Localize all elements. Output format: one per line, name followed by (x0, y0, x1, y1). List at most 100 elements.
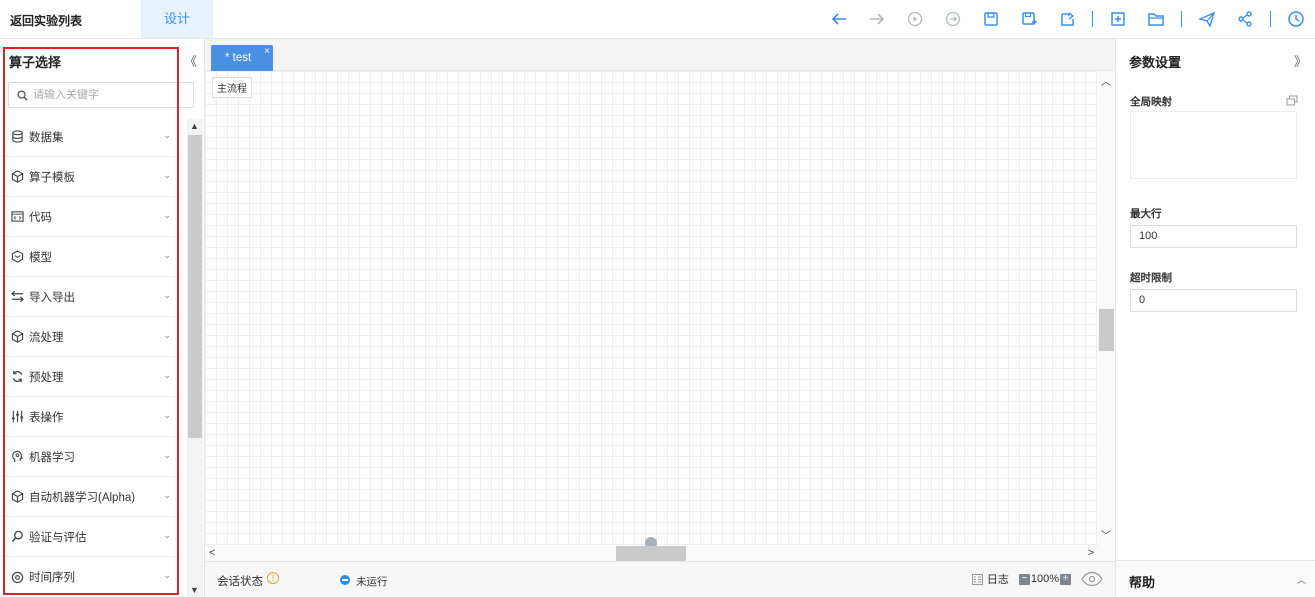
zoom-out-button[interactable]: − (1018, 573, 1030, 585)
export-icon[interactable] (1048, 0, 1086, 38)
cube-icon (10, 170, 24, 184)
max-rows-field[interactable]: 100 (1130, 225, 1297, 248)
open-folder-icon[interactable] (1137, 0, 1175, 38)
tab-label: * test (225, 52, 252, 64)
share-icon[interactable] (1226, 0, 1264, 38)
search-icon (17, 89, 28, 101)
category-item[interactable]: 模型 ⌄ (5, 237, 177, 277)
timeout-label: 超时限制 (1130, 272, 1172, 284)
category-label: 时间序列 (29, 572, 75, 584)
help-section[interactable]: 帮助 ︿ (1116, 560, 1315, 597)
eye-icon[interactable] (1081, 571, 1103, 587)
chevron-down-icon: ⌄ (163, 450, 171, 460)
scroll-down-icon[interactable]: ▼ (190, 585, 199, 595)
global-map-label: 全局映射 (1130, 96, 1172, 108)
category-label: 算子模板 (29, 171, 75, 184)
model-icon (10, 250, 24, 264)
scroll-thumb[interactable] (616, 546, 686, 561)
category-item[interactable]: 自动机器学习(Alpha) ⌄ (5, 477, 177, 517)
category-label: 模型 (29, 251, 52, 264)
category-item[interactable]: 导入导出 ⌄ (5, 277, 177, 317)
save-as-icon[interactable] (1010, 0, 1048, 38)
help-label: 帮助 (1129, 575, 1156, 590)
redo-icon[interactable] (858, 0, 896, 38)
scroll-thumb[interactable] (1099, 309, 1114, 351)
category-label: 导入导出 (29, 291, 75, 304)
chevron-down-icon: ⌄ (163, 330, 171, 340)
category-label: 表操作 (29, 411, 64, 424)
info-icon[interactable]: ! (267, 572, 279, 584)
chevron-down-icon: ⌄ (163, 570, 171, 580)
category-item[interactable]: 流处理 ⌄ (5, 317, 177, 357)
toolbar-divider (1181, 11, 1182, 27)
main-flow-label: 主流程 (212, 77, 252, 98)
back-to-experiments-link[interactable]: 返回实验列表 (10, 12, 82, 29)
category-item[interactable]: 时间序列 ⌄ (5, 557, 177, 597)
brain-icon (10, 450, 24, 464)
global-map-field[interactable] (1130, 111, 1297, 179)
scroll-up-icon[interactable]: ▲ (190, 121, 199, 131)
history-icon[interactable] (1277, 0, 1315, 38)
chevron-down-icon: ⌄ (163, 370, 171, 380)
chevron-down-icon: ⌄ (163, 250, 171, 260)
run-to-icon[interactable] (934, 0, 972, 38)
add-icon[interactable] (1099, 0, 1137, 38)
design-canvas[interactable] (205, 71, 1098, 546)
chevron-right-icon[interactable]: > (1088, 547, 1094, 559)
tab-design[interactable]: 设计 (141, 0, 213, 38)
tab-test[interactable]: * test × (211, 45, 273, 71)
category-item[interactable]: 数据集 ⌄ (5, 117, 177, 157)
category-label: 自动机器学习(Alpha) (29, 491, 136, 504)
search-box[interactable] (8, 82, 194, 108)
chevron-left-icon[interactable]: < (209, 547, 215, 559)
scroll-thumb[interactable] (188, 135, 202, 438)
category-label: 机器学习 (29, 451, 75, 464)
refresh-icon (10, 370, 24, 384)
expand-panel-button[interactable]: 》 (1294, 51, 1307, 70)
category-item[interactable]: 算子模板 ⌄ (5, 157, 177, 197)
timeout-field[interactable]: 0 (1130, 289, 1297, 312)
transfer-icon (10, 290, 24, 304)
copy-icon[interactable] (1286, 95, 1298, 107)
status-controls: 日志 − 100% + (971, 571, 1103, 587)
canvas-tab-bar: * test × (205, 39, 1115, 71)
search-input[interactable] (33, 89, 183, 101)
canvas-area: * test × 主流程 ︿ ﹀ < > (205, 39, 1115, 561)
clock-icon (10, 570, 24, 584)
panel-title: 参数设置 (1129, 55, 1182, 70)
category-label: 验证与评估 (29, 531, 87, 544)
log-label[interactable]: 日志 (987, 571, 1009, 587)
run-icon[interactable] (896, 0, 934, 38)
parameter-panel: 参数设置 》 全局映射 最大行 100 超时限制 0 帮助 ︿ (1115, 39, 1315, 597)
category-item[interactable]: 验证与评估 ⌄ (5, 517, 177, 557)
toolbar (820, 0, 1315, 38)
max-rows-label: 最大行 (1130, 208, 1162, 220)
category-label: 数据集 (29, 131, 64, 144)
status-indicator-icon (340, 575, 350, 585)
category-item[interactable]: 预处理 ⌄ (5, 357, 177, 397)
category-item[interactable]: 代码 ⌄ (5, 197, 177, 237)
chevron-down-icon: ⌄ (163, 170, 171, 180)
canvas-horizontal-scrollbar[interactable]: < > (205, 546, 1098, 561)
canvas-vertical-scrollbar[interactable]: ︿ ﹀ (1098, 71, 1115, 546)
left-scrollbar[interactable]: ▲ ▼ (187, 119, 203, 597)
chevron-up-icon[interactable]: ︿ (1297, 573, 1306, 586)
toolbar-divider (1270, 11, 1271, 27)
chevron-down-icon[interactable]: ﹀ (1101, 527, 1111, 542)
zoom-in-button[interactable]: + (1060, 573, 1071, 585)
save-icon[interactable] (972, 0, 1010, 38)
category-label: 代码 (29, 211, 52, 224)
chevron-up-icon[interactable]: ︿ (1101, 73, 1111, 88)
publish-icon[interactable] (1188, 0, 1226, 38)
undo-icon[interactable] (820, 0, 858, 38)
close-icon[interactable]: × (264, 39, 270, 65)
session-status-value: 未运行 (356, 576, 388, 588)
chevron-down-icon: ⌄ (163, 210, 171, 220)
category-label: 流处理 (29, 331, 64, 344)
category-item[interactable]: 表操作 ⌄ (5, 397, 177, 437)
cube-icon (10, 490, 24, 504)
collapse-panel-button[interactable]: 《 (184, 51, 197, 70)
category-item[interactable]: 机器学习 ⌄ (5, 437, 177, 477)
log-icon[interactable] (971, 573, 983, 585)
zoom-level: 100% (1030, 573, 1059, 585)
